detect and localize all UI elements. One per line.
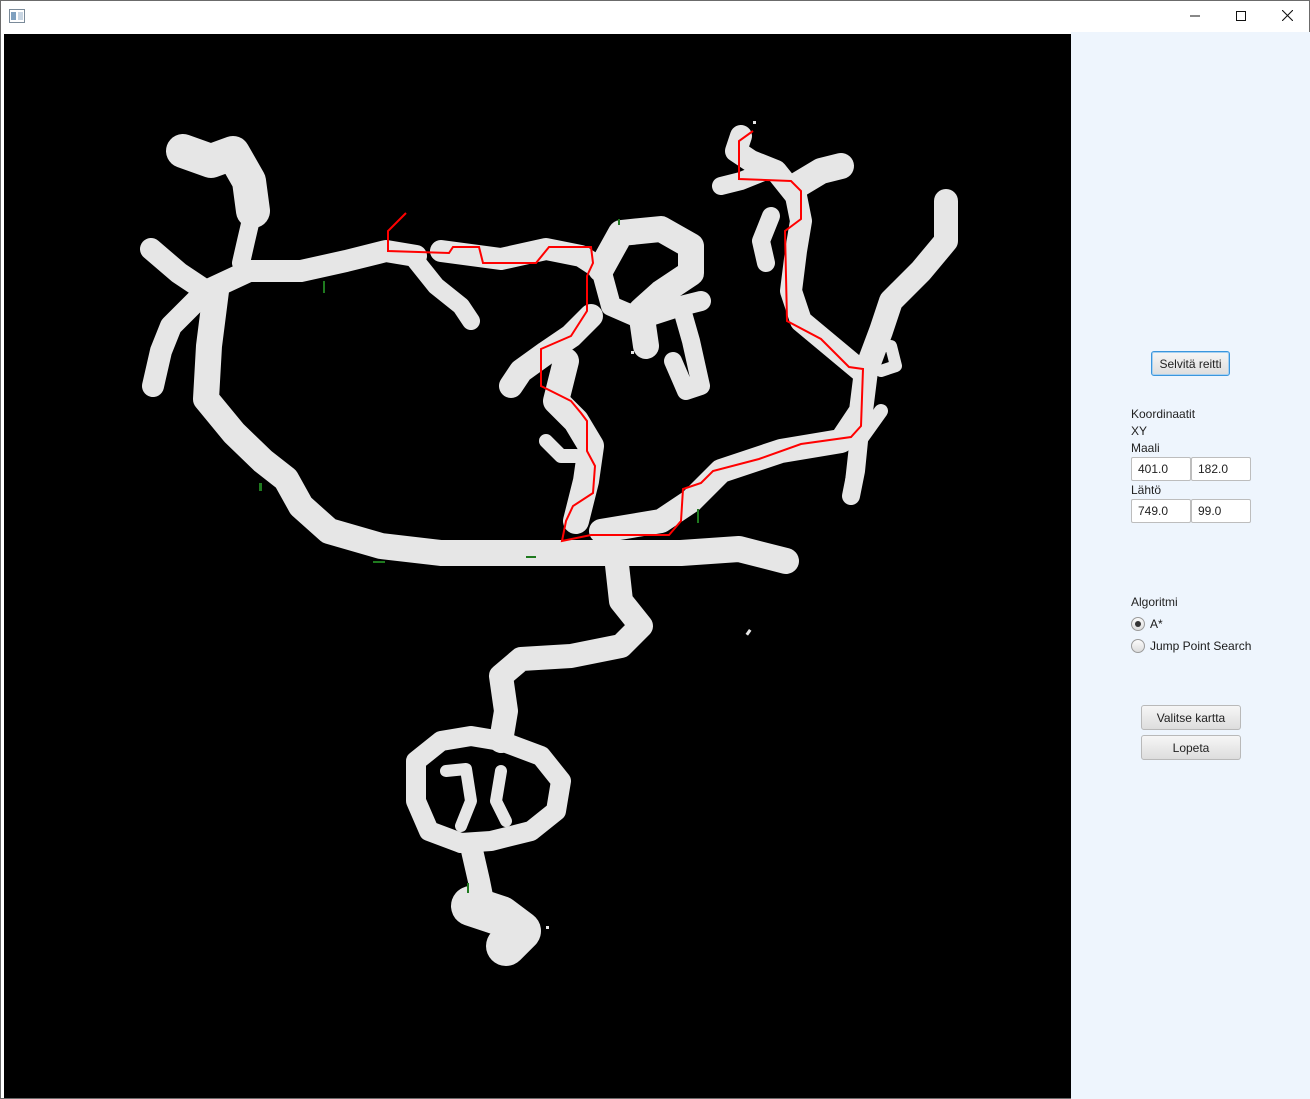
maximize-icon xyxy=(1236,10,1246,24)
solve-route-button[interactable]: Selvitä reitti xyxy=(1151,351,1230,376)
radio-selected-dot xyxy=(1135,621,1141,627)
xy-label: XY xyxy=(1131,424,1148,438)
cave-right-hook xyxy=(752,207,780,272)
close-button[interactable] xyxy=(1264,1,1310,32)
radio-astar-circle[interactable] xyxy=(1131,617,1145,631)
choose-map-button[interactable]: Valitse kartta xyxy=(1141,705,1241,730)
map-canvas[interactable] xyxy=(4,34,1071,1098)
goal-y-field[interactable] xyxy=(1191,457,1251,481)
goal-x-field[interactable] xyxy=(1131,457,1191,481)
minimize-icon xyxy=(1190,10,1200,24)
start-label: Lähtö xyxy=(1131,483,1162,497)
app-window: Selvitä reitti Koordinaatit XY Maali Läh… xyxy=(0,0,1310,1099)
cave-map[interactable] xyxy=(4,34,1071,1098)
start-x-field[interactable] xyxy=(1131,499,1191,523)
goal-label: Maali xyxy=(1131,441,1160,455)
cave-upper-left-stem xyxy=(232,202,262,272)
app-icon xyxy=(9,9,25,23)
quit-button[interactable]: Lopeta xyxy=(1141,735,1241,760)
control-panel: Selvitä reitti Koordinaatit XY Maali Läh… xyxy=(1071,32,1310,1099)
close-icon xyxy=(1281,9,1293,24)
radio-jps-circle[interactable] xyxy=(1131,639,1145,653)
radio-astar[interactable]: A* xyxy=(1131,617,1163,631)
start-y-field[interactable] xyxy=(1191,499,1251,523)
radio-jps-label[interactable]: Jump Point Search xyxy=(1150,639,1251,653)
title-bar[interactable] xyxy=(1,1,1309,32)
radio-astar-label[interactable]: A* xyxy=(1150,617,1163,631)
coordinates-heading: Koordinaatit xyxy=(1131,407,1196,421)
radio-jps[interactable]: Jump Point Search xyxy=(1131,639,1251,653)
minimize-button[interactable] xyxy=(1172,1,1218,32)
maximize-button[interactable] xyxy=(1218,1,1264,32)
algorithm-heading: Algoritmi xyxy=(1131,595,1178,609)
